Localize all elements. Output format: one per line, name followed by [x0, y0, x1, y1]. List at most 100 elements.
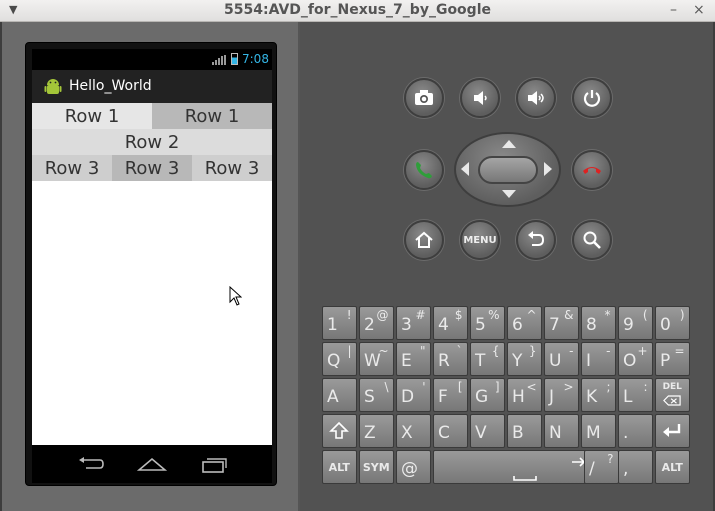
key-F[interactable]: F[: [433, 378, 468, 412]
key-U[interactable]: U-: [544, 342, 579, 376]
key-A[interactable]: A: [322, 378, 357, 412]
key-6[interactable]: 6 ^: [507, 306, 542, 340]
call-button[interactable]: [404, 150, 444, 190]
minimize-button[interactable]: –: [670, 2, 677, 18]
key-alt-label: {: [491, 344, 500, 358]
enter-key[interactable]: [655, 414, 690, 448]
search-icon: [583, 231, 601, 249]
key-label: K: [586, 387, 598, 407]
key-label: N: [549, 423, 562, 443]
delete-key[interactable]: DEL: [655, 378, 690, 412]
menu-button[interactable]: MENU: [460, 220, 500, 260]
key-R[interactable]: R `: [433, 342, 468, 376]
home-icon[interactable]: [137, 455, 167, 473]
space-icon: [513, 457, 588, 481]
key-N[interactable]: N: [544, 414, 579, 448]
key-L[interactable]: L:: [618, 378, 653, 412]
key-Q[interactable]: Q |: [322, 342, 357, 376]
comma-key[interactable]: ,: [618, 450, 653, 484]
alt-left-key[interactable]: ALT: [322, 450, 357, 484]
key-G[interactable]: G]: [470, 378, 505, 412]
key-alt-label: \: [384, 380, 389, 394]
key-label: H: [512, 387, 525, 407]
delete-icon: [663, 395, 681, 406]
key-alt-label: ): [679, 308, 685, 322]
key-9[interactable]: 9(: [618, 306, 653, 340]
camera-icon: [415, 90, 433, 105]
android-app-icon[interactable]: [44, 78, 62, 96]
key-O[interactable]: O +: [618, 342, 653, 376]
back-icon[interactable]: [76, 455, 106, 473]
search-button[interactable]: [572, 220, 612, 260]
key-J[interactable]: J >: [544, 378, 579, 412]
key-7[interactable]: 7 &: [544, 306, 579, 340]
sym-label: SYM: [362, 460, 390, 474]
back-button[interactable]: [516, 220, 556, 260]
key-B[interactable]: B: [507, 414, 542, 448]
key-label: T: [475, 351, 486, 371]
volume-down-button[interactable]: [460, 78, 500, 118]
key-5[interactable]: 5%: [470, 306, 505, 340]
phone-device: 7:08 Hello_World Row 1 Row 1 Row 2 Row 3…: [25, 42, 277, 486]
key-alt-label: ': [422, 380, 426, 394]
key-label: D: [401, 387, 415, 407]
key-I[interactable]: I-: [581, 342, 616, 376]
shift-key[interactable]: [322, 414, 357, 448]
power-button[interactable]: [572, 78, 612, 118]
key-label: J: [549, 387, 555, 407]
key-4[interactable]: 4 $: [433, 306, 468, 340]
key-alt-label: :: [643, 380, 648, 394]
key-P[interactable]: P =: [655, 342, 690, 376]
app-screen: Row 1 Row 1 Row 2 Row 3 Row 3 Row 3: [32, 103, 272, 445]
key-0[interactable]: 0): [655, 306, 690, 340]
key-E[interactable]: E ": [396, 342, 431, 376]
key-V[interactable]: V: [470, 414, 505, 448]
close-button[interactable]: ×: [693, 2, 705, 18]
key-D[interactable]: D ': [396, 378, 431, 412]
key-label: F: [438, 387, 448, 407]
app-title: Hello_World: [69, 78, 152, 94]
navigation-bar: [32, 445, 272, 483]
row1-cell1: Row 1: [32, 103, 152, 129]
key-S[interactable]: S \: [359, 378, 394, 412]
volume-down-icon: [474, 91, 487, 105]
alt-right-key[interactable]: ALT: [655, 450, 690, 484]
key-W[interactable]: W ~: [359, 342, 394, 376]
key-label: P: [660, 351, 671, 371]
key-8[interactable]: 8 *: [581, 306, 616, 340]
dpad-down-icon[interactable]: [502, 190, 516, 198]
camera-button[interactable]: [404, 78, 444, 118]
key-K[interactable]: K;: [581, 378, 616, 412]
key-.[interactable]: .: [618, 414, 653, 448]
dpad-right-icon[interactable]: [544, 162, 552, 176]
key-2[interactable]: 2 @: [359, 306, 394, 340]
dpad-up-icon[interactable]: [502, 140, 516, 148]
key-alt-label: ;: [606, 380, 611, 394]
dpad-center-button[interactable]: [478, 156, 538, 184]
alt-right-label: ALT: [661, 460, 683, 474]
key-X[interactable]: X: [396, 414, 431, 448]
key-H[interactable]: H <: [507, 378, 542, 412]
key-C[interactable]: C: [433, 414, 468, 448]
key-3[interactable]: 3 #: [396, 306, 431, 340]
status-bar: 7:08: [32, 49, 272, 70]
key-alt-label: >: [563, 380, 574, 394]
key-T[interactable]: T{: [470, 342, 505, 376]
end-call-button[interactable]: [572, 150, 612, 190]
at-key[interactable]: @: [396, 450, 431, 484]
dpad-left-icon[interactable]: [461, 162, 469, 176]
sym-key[interactable]: SYM: [359, 450, 394, 484]
recent-apps-icon[interactable]: [199, 455, 229, 473]
key-alt-label: !: [346, 308, 352, 322]
home-button[interactable]: [404, 220, 444, 260]
key-M[interactable]: M: [581, 414, 616, 448]
row1-cell2: Row 1: [152, 103, 272, 129]
slash-key[interactable]: /?: [584, 450, 619, 484]
volume-up-button[interactable]: [516, 78, 556, 118]
key-label: V: [475, 423, 487, 443]
action-bar: Hello_World: [32, 70, 272, 103]
key-Z[interactable]: Z: [359, 414, 394, 448]
emulator-edge: [0, 22, 2, 511]
key-Y[interactable]: Y}: [507, 342, 542, 376]
key-1[interactable]: 1!: [322, 306, 357, 340]
